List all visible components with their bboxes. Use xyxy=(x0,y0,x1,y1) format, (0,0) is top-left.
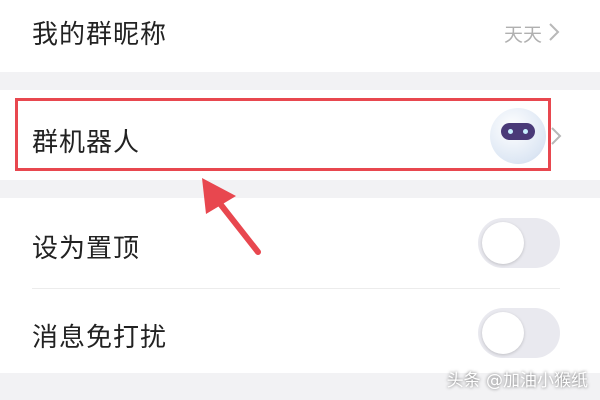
group-nickname-value: 天天 xyxy=(503,24,542,46)
mute-row[interactable]: 消息免打扰 xyxy=(0,289,600,373)
group-nickname-row[interactable]: 我的群昵称 天天 xyxy=(0,0,600,72)
pin-top-label: 设为置顶 xyxy=(32,234,141,264)
group-nickname-label: 我的群昵称 xyxy=(32,20,168,50)
chevron-right-icon xyxy=(549,23,560,41)
section-separator xyxy=(0,180,600,198)
mute-label: 消息免打扰 xyxy=(32,323,168,353)
section-separator xyxy=(0,72,600,90)
mute-toggle[interactable] xyxy=(478,308,560,358)
toggle-knob xyxy=(482,312,524,354)
pin-top-row[interactable]: 设为置顶 xyxy=(0,198,600,288)
toggle-knob xyxy=(482,222,524,264)
watermark-text: 头条 @加油小猴纸 xyxy=(446,371,588,391)
pin-top-toggle[interactable] xyxy=(478,218,560,268)
highlight-box xyxy=(15,98,551,171)
chevron-right-icon xyxy=(551,127,562,145)
